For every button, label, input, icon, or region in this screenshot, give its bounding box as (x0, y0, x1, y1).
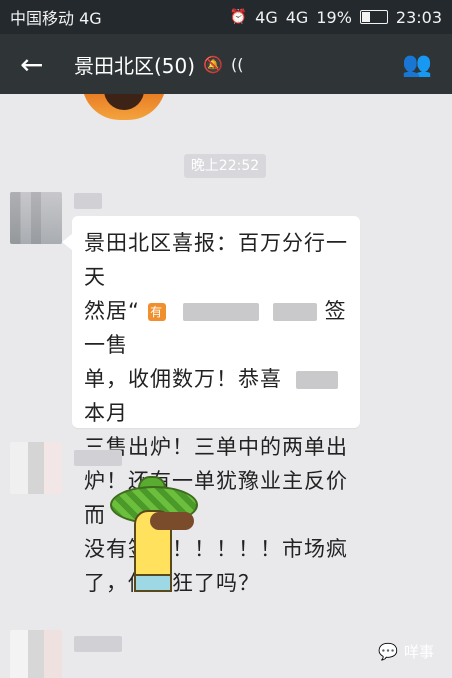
message-line-4: 三售出炉！三单中的两单出 (84, 435, 348, 459)
message-line-3: 单，收佣数万！恭喜 本月 (84, 362, 348, 430)
battery-icon (359, 10, 388, 24)
group-title-text: 景田北区(50) (74, 53, 196, 78)
blurred-text (272, 303, 317, 321)
sender-name (74, 636, 122, 652)
voice-icon: (( (230, 54, 244, 74)
message-bubble[interactable]: 景田北区喜报：百万分行一天 然居“ 有 签一售 单，收佣数万！恭喜 本月 三售出… (62, 216, 360, 595)
time-label: 23:03 (395, 7, 442, 27)
watermark-text: 咩事 (403, 643, 434, 661)
chat-icon: 💬 (378, 642, 398, 661)
alarm-icon: ⏰ (229, 9, 248, 25)
sender-name (74, 450, 122, 466)
avatar[interactable] (10, 192, 62, 244)
avatar[interactable] (10, 442, 62, 494)
group-title: 景田北区(50) 🔕 (( (74, 50, 243, 79)
status-bar: 中国移动 4G ⏰ 4G 4G 19% 23:03 (0, 0, 452, 34)
battery-label: 19% (316, 7, 352, 27)
people-icon[interactable]: 👥 (402, 50, 432, 78)
blurred-text (183, 303, 260, 321)
avatar[interactable] (10, 630, 62, 678)
mute-icon: 🔕 (203, 54, 223, 74)
signal-label: 4G (285, 7, 309, 27)
message-line-1: 景田北区喜报：百万分行一天 (84, 231, 348, 289)
status-right: ⏰ 4G 4G 19% 23:03 (230, 8, 442, 27)
network-label: 4G (255, 7, 278, 27)
arrow-left-icon[interactable]: ← (20, 48, 56, 81)
carrier-label: 中国移动 4G (10, 9, 102, 28)
timestamp-badge: 晚上22:52 (184, 154, 266, 178)
sticker-pants (134, 574, 172, 592)
message-line-2-prefix: 然居“ (84, 299, 140, 323)
emoji-icon: 有 (147, 303, 166, 321)
sticker-top (82, 94, 166, 120)
message-line-2: 然居“ 有 签一售 (84, 294, 348, 362)
chat-header: ← 景田北区(50) 🔕 (( 👥 (0, 34, 452, 94)
message-line-3-prefix: 单，收佣数万！恭喜 (84, 367, 282, 391)
chat-content: 晚上22:52 景田北区喜报：百万分行一天 然居“ 有 签一售 单，收佣数万！恭… (0, 94, 452, 678)
sender-name (74, 193, 102, 209)
sticker-face (150, 512, 194, 530)
watermark: 💬 咩事 (378, 641, 434, 662)
sticker-dog[interactable] (110, 476, 200, 606)
message-line-3-suffix: 本月 (84, 401, 128, 425)
blurred-text (295, 371, 338, 389)
